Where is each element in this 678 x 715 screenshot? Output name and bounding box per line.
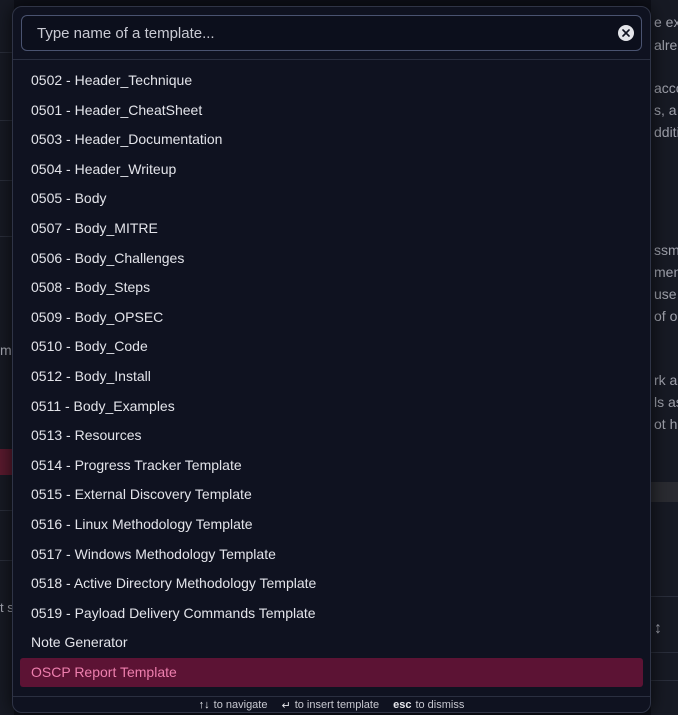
template-option[interactable]: 0504 - Header_Writeup bbox=[20, 155, 643, 185]
esc-key: esc bbox=[393, 699, 412, 711]
background-text: dditi bbox=[654, 124, 678, 140]
background-code-block bbox=[651, 482, 678, 502]
template-picker-modal: 0502 - Header_Technique0501 - Header_Che… bbox=[12, 6, 651, 713]
background-text: use bbox=[654, 286, 677, 302]
template-option[interactable]: 0501 - Header_CheatSheet bbox=[20, 96, 643, 126]
arrow-keys-icon: ↑↓ bbox=[198, 699, 210, 711]
background-text: acco bbox=[654, 80, 678, 96]
insert-hint: ↵ to insert template bbox=[281, 699, 379, 712]
template-option[interactable]: 0509 - Body_OPSEC bbox=[20, 303, 643, 333]
template-option[interactable]: Note Generator bbox=[20, 628, 643, 658]
template-option[interactable]: 0519 - Payload Delivery Commands Templat… bbox=[20, 599, 643, 629]
template-option[interactable]: 0503 - Header_Documentation bbox=[20, 125, 643, 155]
template-option[interactable]: OSCP Report Template bbox=[20, 657, 643, 688]
enter-key-icon: ↵ bbox=[281, 699, 291, 712]
template-option[interactable]: 0518 - Active Directory Methodology Temp… bbox=[20, 569, 643, 599]
background-text: ls as bbox=[654, 394, 678, 410]
template-option[interactable]: 0514 - Progress Tracker Template bbox=[20, 451, 643, 481]
background-text: m bbox=[0, 342, 12, 358]
keyboard-hints: ↑↓ to navigate ↵ to insert template esc … bbox=[13, 696, 650, 712]
background-text: s, a bbox=[654, 102, 677, 118]
background-text: men bbox=[654, 264, 678, 280]
clear-search-button[interactable] bbox=[618, 25, 634, 41]
background-text: of o bbox=[654, 308, 678, 324]
template-option[interactable]: 0507 - Body_MITRE bbox=[20, 214, 643, 244]
dismiss-hint: esc to dismiss bbox=[393, 699, 464, 711]
search-box bbox=[21, 15, 642, 51]
insert-hint-label: to insert template bbox=[294, 699, 380, 711]
dismiss-hint-label: to dismiss bbox=[415, 699, 465, 711]
template-option[interactable]: 0517 - Windows Methodology Template bbox=[20, 540, 643, 570]
background-text: rk ar bbox=[654, 372, 678, 388]
template-list: 0502 - Header_Technique 0501 - Header_Che… bbox=[20, 66, 643, 688]
background-text: alrea bbox=[654, 37, 678, 53]
template-option[interactable]: 0506 - Body_Challenges bbox=[20, 244, 643, 274]
template-option[interactable]: 0511 - Body_Examples bbox=[20, 392, 643, 422]
template-option[interactable]: 0505 - Body bbox=[20, 184, 643, 214]
background-text: ssme bbox=[654, 242, 678, 258]
background-text: ot ha bbox=[654, 416, 678, 432]
navigate-hint-label: to navigate bbox=[213, 699, 268, 711]
template-option[interactable]: 0515 - External Discovery Template bbox=[20, 480, 643, 510]
divider bbox=[13, 59, 650, 60]
template-option[interactable]: 0516 - Linux Methodology Template bbox=[20, 510, 643, 540]
resize-arrows-icon: ↕ bbox=[654, 620, 662, 637]
close-icon bbox=[622, 29, 630, 37]
template-option[interactable]: 0502 - Header_Technique bbox=[20, 66, 643, 96]
template-option[interactable]: 0513 - Resources bbox=[20, 421, 643, 451]
template-option[interactable]: 0508 - Body_Steps bbox=[20, 273, 643, 303]
background-right-pane: e exp alrea acco s, a dditi ssme men use… bbox=[651, 0, 678, 715]
template-search-input[interactable] bbox=[22, 16, 602, 50]
template-option[interactable]: 0510 - Body_Code bbox=[20, 332, 643, 362]
template-option[interactable]: 0512 - Body_Install bbox=[20, 362, 643, 392]
navigate-hint: ↑↓ to navigate bbox=[199, 699, 268, 711]
background-text: e exp bbox=[654, 14, 678, 30]
